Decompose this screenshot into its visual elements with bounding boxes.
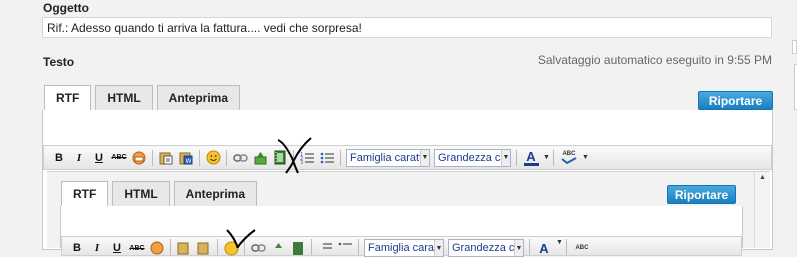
video-icon[interactable] — [289, 239, 307, 257]
toolbar-separator — [152, 149, 153, 166]
font-size-select[interactable]: Grandezza car ▼ — [434, 148, 511, 167]
chevron-down-icon[interactable]: ▼ — [582, 154, 589, 161]
paste-word-icon[interactable]: W — [177, 149, 195, 167]
image-icon[interactable] — [251, 149, 269, 167]
toolbar-separator — [293, 149, 294, 166]
toolbar-separator — [217, 239, 218, 255]
scrollbar[interactable]: ▲ — [754, 172, 770, 248]
toolbar-separator — [199, 149, 200, 166]
nested-font-size-select[interactable]: Grandezza car ▼ — [448, 239, 524, 257]
link-icon[interactable] — [231, 149, 249, 167]
chevron-down-icon: ▼ — [501, 149, 510, 166]
editor-tabs: RTF HTML Anteprima — [44, 85, 244, 110]
nested-italic-button[interactable]: I — [88, 239, 106, 257]
eraser-icon[interactable] — [130, 149, 148, 167]
nested-reply-button[interactable]: Riportare — [667, 185, 736, 204]
subject-label: Oggetto — [43, 1, 89, 15]
toolbar-separator — [529, 239, 530, 255]
bullet-list-icon[interactable] — [336, 239, 354, 257]
strikethrough-button[interactable]: ABC — [110, 149, 128, 167]
toolbar-separator — [244, 239, 245, 255]
chevron-down-icon[interactable]: ▼ — [556, 239, 563, 246]
nested-editor-tabs: RTF HTML Anteprima — [61, 181, 261, 206]
font-color-icon[interactable]: A — [534, 239, 554, 257]
nested-underline-button[interactable]: U — [108, 239, 126, 257]
svg-text:W: W — [186, 158, 192, 165]
font-color-label: A — [526, 148, 536, 164]
editor-toolbar: B I U ABC W 123 Famiglia caratt ▼ Grande… — [43, 145, 772, 170]
svg-text:3: 3 — [300, 160, 303, 165]
tab-html[interactable]: HTML — [95, 85, 153, 110]
paste-text-icon[interactable] — [175, 239, 193, 257]
italic-button[interactable]: I — [70, 149, 88, 167]
eraser-icon[interactable] — [148, 239, 166, 257]
video-icon[interactable] — [271, 149, 289, 167]
right-panel-edge — [792, 40, 797, 54]
tab-rtf[interactable]: RTF — [44, 85, 92, 110]
toolbar-separator — [516, 149, 517, 166]
numbered-list-icon[interactable] — [316, 239, 334, 257]
scroll-up-icon[interactable]: ▲ — [759, 174, 766, 181]
font-size-value: Grandezza car — [438, 151, 511, 164]
toolbar-separator — [552, 149, 554, 166]
font-family-value: Famiglia caratt — [350, 151, 423, 164]
nested-editor-toolbar: B I U ABC Famiglia caratt ▼ Grandezza ca… — [61, 236, 742, 257]
nested-tab-html[interactable]: HTML — [112, 181, 170, 206]
nested-font-family-value: Famiglia caratt — [368, 242, 441, 254]
paste-word-icon[interactable] — [195, 239, 213, 257]
font-family-select[interactable]: Famiglia caratt ▼ — [346, 148, 430, 167]
smiley-icon[interactable] — [222, 239, 240, 257]
underline-button[interactable]: U — [90, 149, 108, 167]
toolbar-separator — [565, 239, 567, 255]
nested-spellcheck-label: ABC — [575, 245, 589, 251]
nested-font-color-label: A — [539, 240, 549, 256]
font-color-swatch — [523, 162, 539, 166]
autosave-status: Salvataggio automatico eseguito in 9:55 … — [537, 53, 772, 67]
chevron-down-icon: ▼ — [434, 240, 443, 256]
toolbar-separator — [311, 239, 312, 255]
subject-input[interactable] — [42, 17, 772, 38]
tab-preview[interactable]: Anteprima — [156, 85, 240, 110]
spellcheck-icon[interactable]: ABC — [558, 149, 580, 167]
link-icon[interactable] — [249, 239, 267, 257]
bullet-list-icon[interactable] — [318, 149, 336, 167]
numbered-list-icon[interactable]: 123 — [298, 149, 316, 167]
font-color-icon[interactable]: A — [521, 149, 541, 167]
toolbar-separator — [170, 239, 171, 255]
paste-text-icon[interactable] — [157, 149, 175, 167]
chevron-down-icon[interactable]: ▼ — [543, 154, 550, 161]
nested-font-family-select[interactable]: Famiglia caratt ▼ — [364, 239, 444, 257]
nested-bold-button[interactable]: B — [68, 239, 86, 257]
toolbar-separator — [340, 149, 341, 166]
nested-tab-rtf[interactable]: RTF — [61, 181, 109, 206]
bold-button[interactable]: B — [50, 149, 68, 167]
nested-tab-preview[interactable]: Anteprima — [173, 181, 257, 206]
body-label: Testo — [43, 55, 75, 69]
chevron-down-icon: ▼ — [514, 240, 523, 256]
nested-strikethrough-button[interactable]: ABC — [128, 239, 146, 257]
reply-button[interactable]: Riportare — [698, 91, 773, 110]
toolbar-separator — [226, 149, 227, 166]
image-icon[interactable] — [269, 239, 287, 257]
toolbar-separator — [358, 239, 359, 255]
chevron-down-icon: ▼ — [420, 149, 429, 166]
smiley-icon[interactable] — [204, 149, 222, 167]
spellcheck-icon[interactable]: ABC — [571, 239, 593, 257]
